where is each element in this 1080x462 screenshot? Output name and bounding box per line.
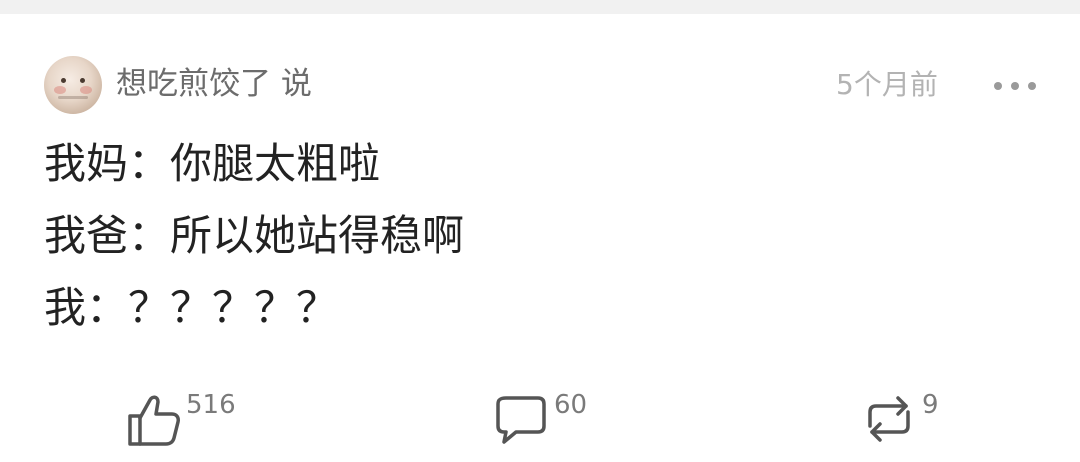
- avatar-blush-left: [54, 86, 66, 94]
- comment-line: 我爸：所以她站得稳啊: [44, 211, 465, 260]
- timestamp: 5个月前: [836, 68, 938, 101]
- repost-icon: [868, 396, 910, 442]
- comment-card: 想吃煎饺了 说 5个月前 我妈：你腿太粗啦 我爸：所以她站得稳啊 我：？？？？？…: [0, 0, 1080, 462]
- like-count: 516: [186, 390, 236, 420]
- comment-bubble-icon: [496, 396, 546, 444]
- repost-button[interactable]: 9: [858, 390, 968, 450]
- avatar-eye-left: [61, 78, 66, 83]
- repost-count: 9: [922, 390, 939, 420]
- comment-body: 我妈：你腿太粗啦 我爸：所以她站得稳啊 我：？？？？？: [44, 140, 1044, 356]
- like-button[interactable]: 516: [126, 390, 266, 450]
- top-divider: [0, 0, 1080, 14]
- more-button[interactable]: [992, 78, 1038, 92]
- avatar-detail: [58, 96, 88, 99]
- avatar-eye-right: [80, 78, 85, 83]
- more-icon: [994, 82, 1036, 90]
- avatar-blush-right: [80, 86, 92, 94]
- comment-count: 60: [554, 390, 588, 420]
- comment-button[interactable]: 60: [494, 390, 614, 450]
- username[interactable]: 想吃煎饺了 说: [116, 64, 312, 104]
- thumbs-up-icon: [128, 395, 180, 446]
- comment-line: 我妈：你腿太粗啦: [44, 139, 381, 188]
- comment-line: 我：？？？？？: [44, 283, 339, 332]
- avatar[interactable]: [44, 56, 102, 114]
